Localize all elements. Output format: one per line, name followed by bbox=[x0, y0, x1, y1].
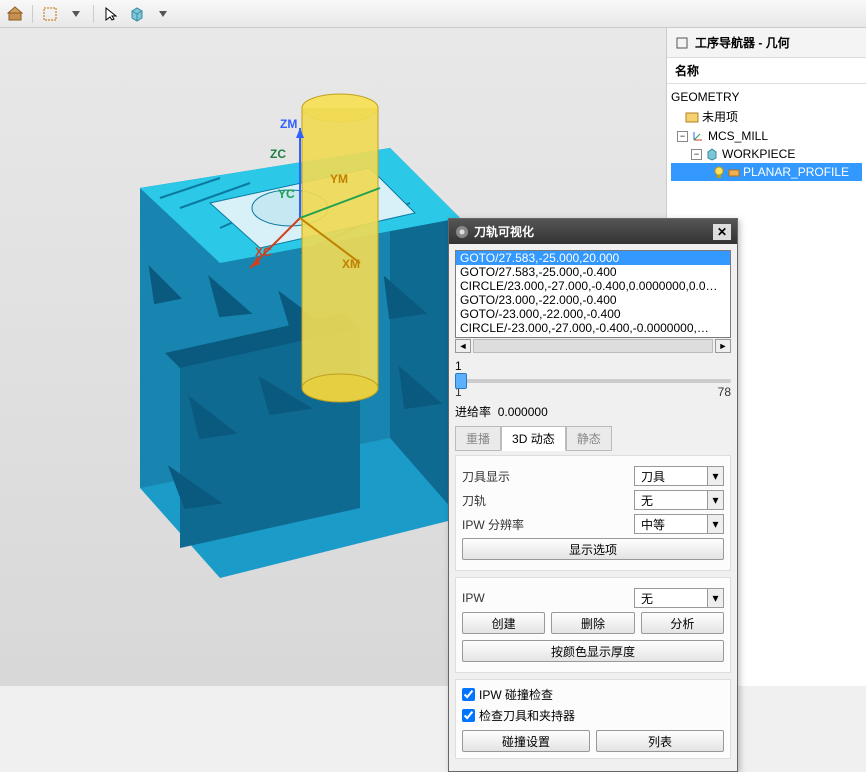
ipw-collision-checkbox[interactable]: IPW 碰撞检查 bbox=[462, 686, 724, 703]
thickness-by-color-button[interactable]: 按颜色显示厚度 bbox=[462, 640, 724, 662]
axis-zc-label: ZC bbox=[270, 147, 286, 161]
delete-button[interactable]: 删除 bbox=[551, 612, 634, 634]
axis-ym-label: YM bbox=[330, 172, 348, 186]
operation-icon bbox=[728, 166, 740, 178]
tree-root[interactable]: GEOMETRY bbox=[671, 88, 862, 106]
list-item[interactable]: GOTO/27.583,-25.000,-0.400 bbox=[456, 265, 730, 279]
collision-settings-button[interactable]: 碰撞设置 bbox=[462, 730, 590, 752]
feed-value: 0.000000 bbox=[498, 405, 548, 419]
list-button[interactable]: 列表 bbox=[596, 730, 724, 752]
list-item[interactable]: CIRCLE/-23.000,-27.000,-0.400,-0.0000000… bbox=[456, 321, 730, 335]
ipw-label: IPW bbox=[462, 591, 628, 605]
hscrollbar[interactable]: ◄ ► bbox=[455, 339, 731, 353]
separator bbox=[93, 5, 94, 23]
scroll-left-icon[interactable]: ◄ bbox=[455, 339, 471, 353]
separator bbox=[32, 5, 33, 23]
show-options-button[interactable]: 显示选项 bbox=[462, 538, 724, 560]
tree-unused[interactable]: 未用项 bbox=[671, 106, 862, 127]
dropdown-icon[interactable] bbox=[152, 3, 174, 25]
create-button[interactable]: 创建 bbox=[462, 612, 545, 634]
select-rect-icon[interactable] bbox=[39, 3, 61, 25]
dialog-icon bbox=[455, 225, 469, 239]
ipw-resolution-combo[interactable]: 中等▾ bbox=[634, 514, 724, 534]
model-render: ZM ZC YM YC XC XM bbox=[80, 88, 500, 628]
axis-zm-label: ZM bbox=[280, 117, 297, 131]
tree-planar-profile[interactable]: PLANAR_PROFILE bbox=[671, 163, 862, 181]
tab-3d-dynamic[interactable]: 3D 动态 bbox=[501, 426, 566, 451]
axis-xc-label: XC bbox=[255, 245, 272, 259]
column-header-name: 名称 bbox=[667, 58, 866, 84]
home-icon[interactable] bbox=[4, 3, 26, 25]
axis-yc-label: YC bbox=[278, 187, 295, 201]
dropdown-icon[interactable] bbox=[65, 3, 87, 25]
folder-icon bbox=[685, 110, 699, 124]
panel-icon bbox=[675, 36, 689, 50]
chevron-down-icon: ▾ bbox=[707, 467, 723, 485]
dialog-title-text: 刀轨可视化 bbox=[474, 223, 534, 240]
chevron-down-icon: ▾ bbox=[707, 589, 723, 607]
list-item[interactable]: CIRCLE/23.000,-27.000,-0.400,0.0000000,0… bbox=[456, 279, 730, 293]
frame-slider[interactable] bbox=[455, 379, 731, 383]
ipw-combo[interactable]: 无▾ bbox=[634, 588, 724, 608]
axis-xm-label: XM bbox=[342, 257, 360, 271]
tree-mcs[interactable]: − MCS_MILL bbox=[671, 127, 862, 145]
tool-display-combo[interactable]: 刀具▾ bbox=[634, 466, 724, 486]
cube-icon[interactable] bbox=[126, 3, 148, 25]
slider-min-top: 1 bbox=[455, 359, 731, 373]
tree-workpiece[interactable]: − WORKPIECE bbox=[671, 145, 862, 163]
cursor-icon[interactable] bbox=[100, 3, 122, 25]
close-button[interactable]: ✕ bbox=[713, 224, 731, 240]
analyze-button[interactable]: 分析 bbox=[641, 612, 724, 634]
chevron-down-icon: ▾ bbox=[707, 491, 723, 509]
ipw-resolution-label: IPW 分辨率 bbox=[462, 516, 628, 533]
tab-static[interactable]: 静态 bbox=[566, 426, 612, 451]
feed-label: 进给率 bbox=[455, 405, 491, 419]
list-item[interactable]: GOTO/-23.000,-22.000,-0.400 bbox=[456, 307, 730, 321]
toolpath-combo[interactable]: 无▾ bbox=[634, 490, 724, 510]
collapse-icon[interactable]: − bbox=[691, 149, 702, 160]
check-tool-holder-checkbox[interactable]: 检查刀具和夹持器 bbox=[462, 707, 724, 724]
toolpath-visualize-dialog: 刀轨可视化 ✕ GOTO/27.583,-25.000,20.000 GOTO/… bbox=[448, 218, 738, 772]
scroll-right-icon[interactable]: ► bbox=[715, 339, 731, 353]
toolpath-listbox[interactable]: GOTO/27.583,-25.000,20.000 GOTO/27.583,-… bbox=[455, 250, 731, 338]
panel-title-text: 工序导航器 - 几何 bbox=[695, 34, 790, 51]
tab-replay[interactable]: 重播 bbox=[455, 426, 501, 451]
list-item[interactable]: GOTO/27.583,-25.000,20.000 bbox=[456, 251, 730, 265]
geometry-tree[interactable]: GEOMETRY 未用项 − MCS_MILL − WORKPIECE PLAN… bbox=[667, 84, 866, 185]
chevron-down-icon: ▾ bbox=[707, 515, 723, 533]
list-item[interactable]: GOTO/23.000,-22.000,-0.400 bbox=[456, 293, 730, 307]
collapse-icon[interactable]: − bbox=[677, 131, 688, 142]
mcs-icon bbox=[691, 129, 705, 143]
lightbulb-icon bbox=[713, 166, 725, 178]
top-toolbar bbox=[0, 0, 866, 28]
toolpath-label: 刀轨 bbox=[462, 492, 628, 509]
tool-display-label: 刀具显示 bbox=[462, 468, 628, 485]
slider-max: 78 bbox=[718, 385, 731, 399]
workpiece-icon bbox=[705, 147, 719, 161]
